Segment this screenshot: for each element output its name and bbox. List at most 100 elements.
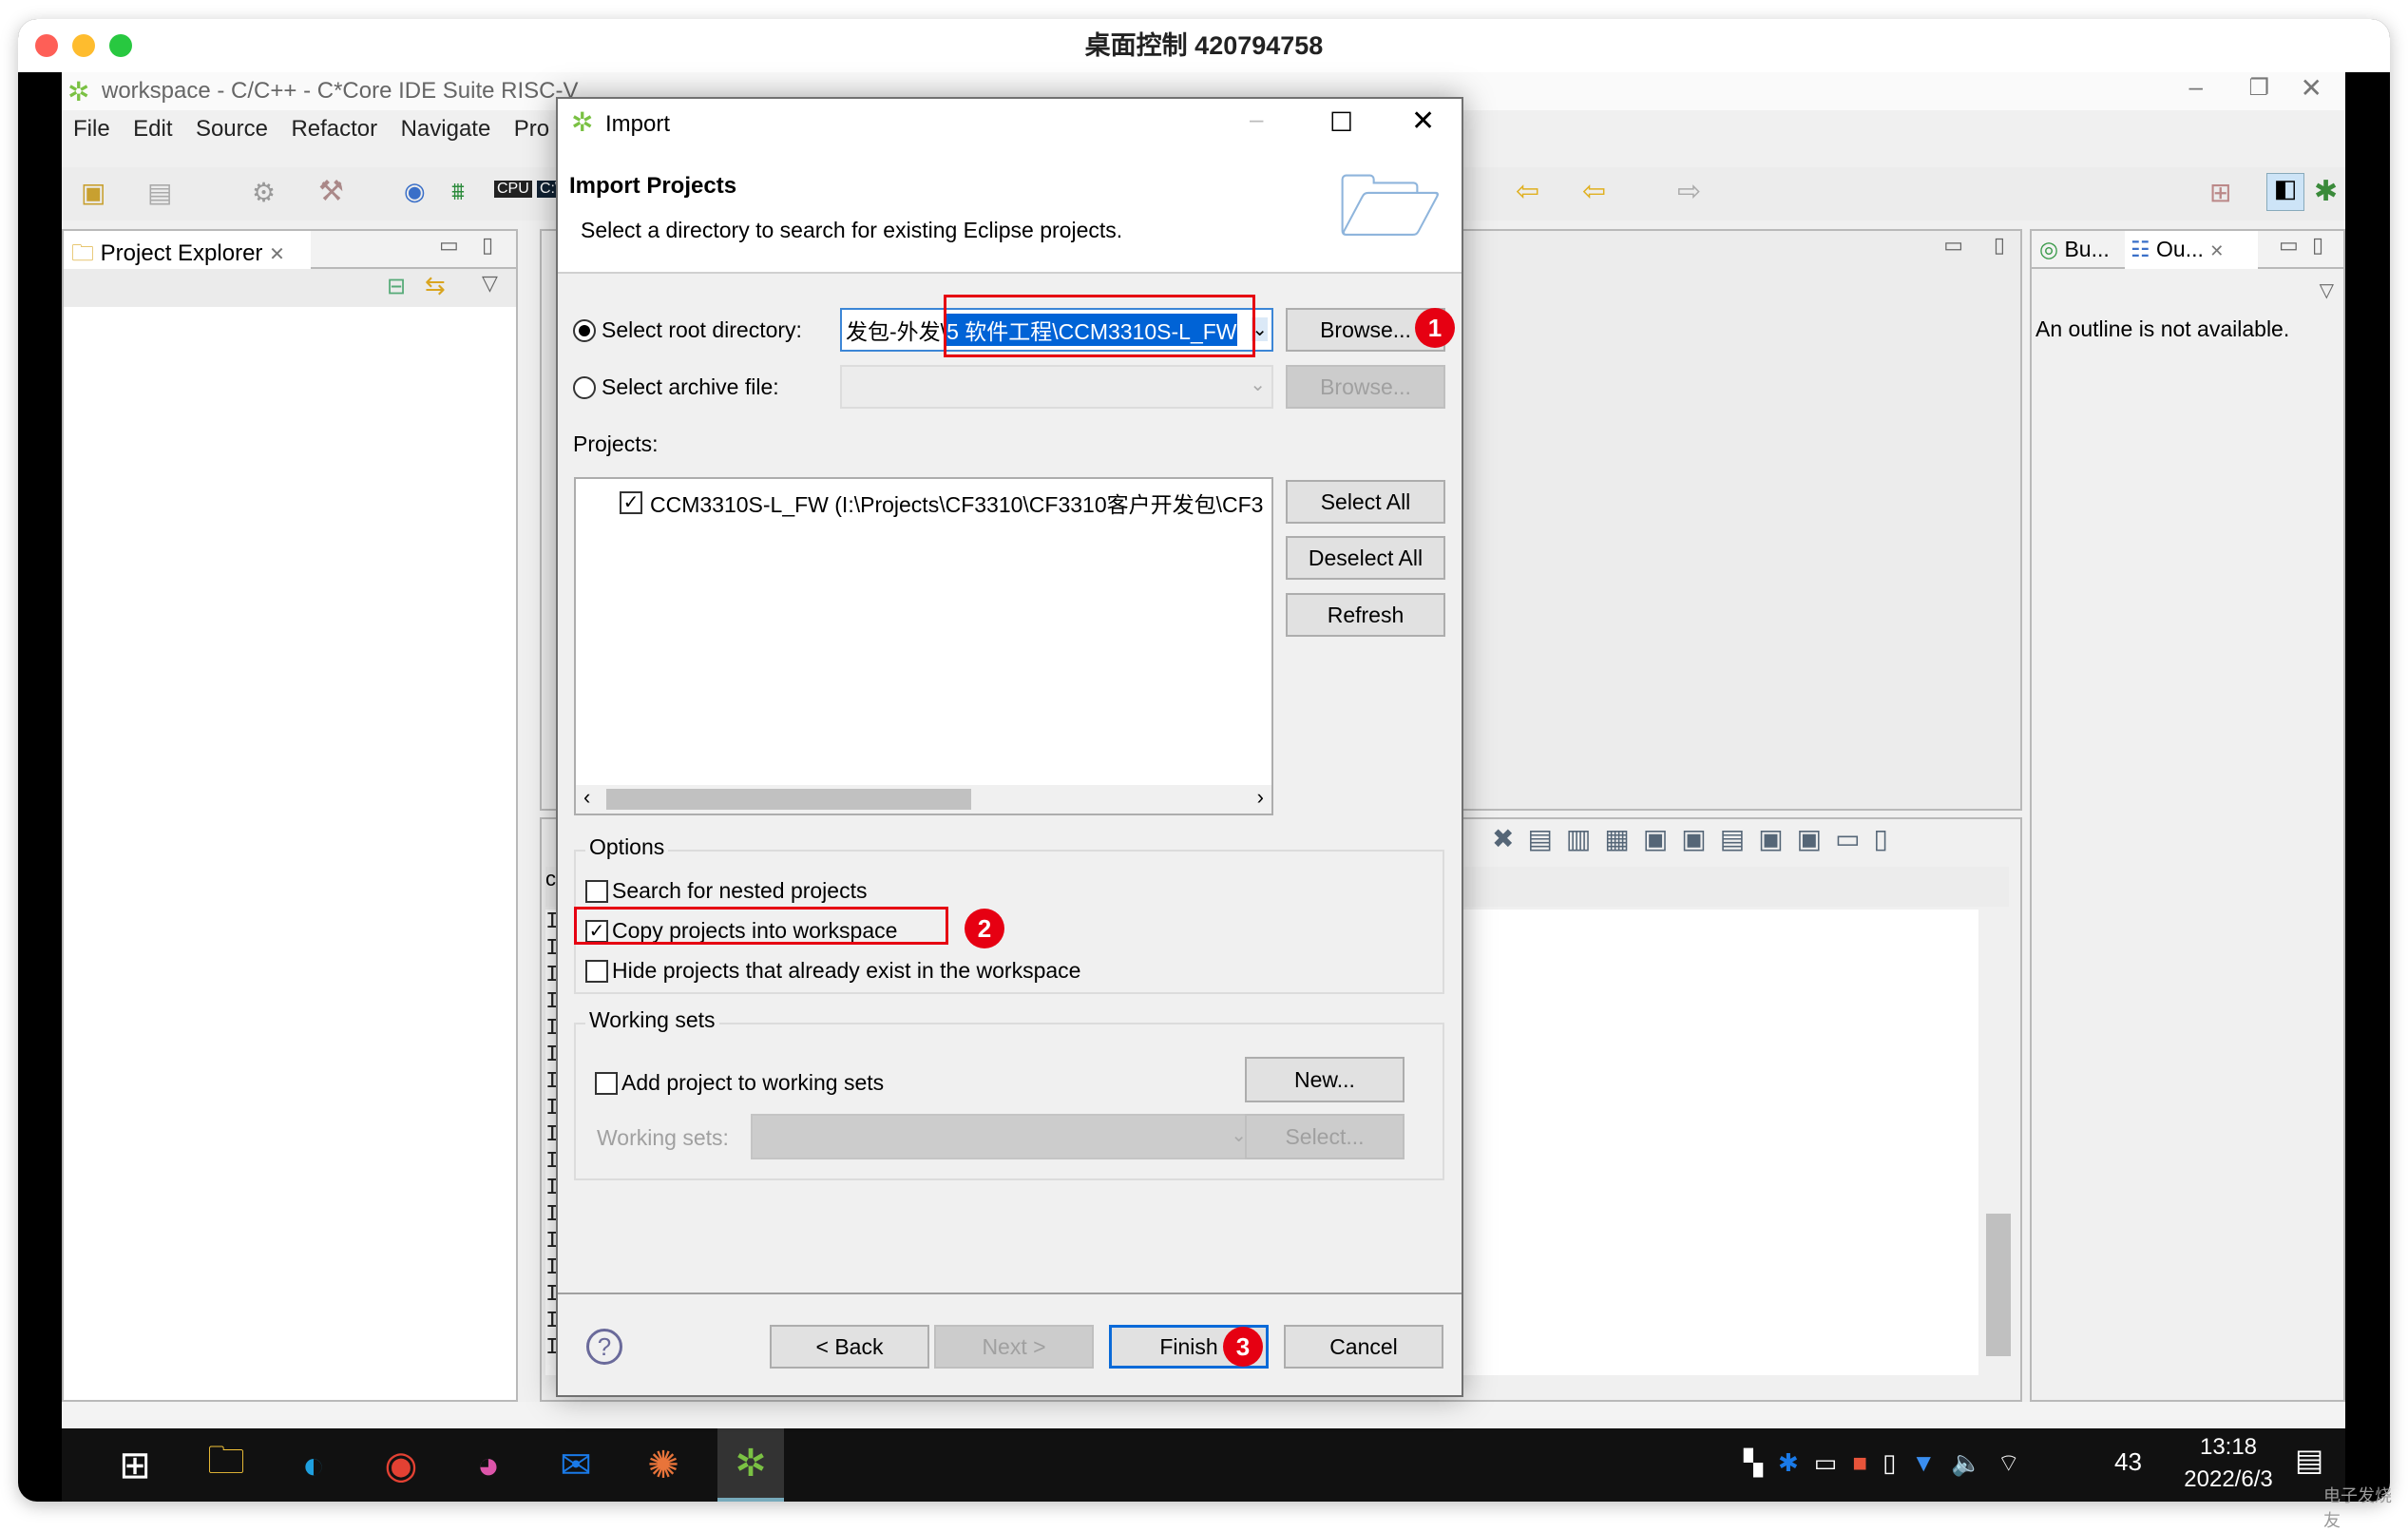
nested-checkbox[interactable] [585,879,608,903]
debug-icon[interactable]: ◉ [404,177,426,206]
debug-perspective-icon[interactable]: ✱ [2314,175,2338,208]
back-nav-icon[interactable]: ⇦ [1516,175,1539,208]
maximize-editor-icon[interactable]: ▯ [1994,233,2005,258]
messenger-icon[interactable]: ✉ [543,1432,609,1499]
select-all-button[interactable]: Select All [1286,480,1445,524]
cancel-button[interactable]: Cancel [1284,1325,1443,1369]
build-config-icon[interactable]: ⚙ [252,177,276,208]
annotation-box-2 [574,907,948,945]
annotation-badge-1: 1 [1415,308,1455,348]
footer-divider [558,1293,1462,1294]
view-menu-icon[interactable]: ▽ [482,271,498,296]
prev-edit-icon[interactable]: ⇦ [1582,175,1606,208]
project-row[interactable]: ✓ CCM3310S-L_FW (I:\Projects\CF3310\CF33… [620,487,1263,519]
hammer-icon[interactable]: ⚒ [318,175,344,208]
refresh-button[interactable]: Refresh [1286,593,1445,637]
clock-time[interactable]: 13:18 [2176,1434,2281,1461]
forward-nav-icon[interactable]: ⇨ [1677,175,1701,208]
app-icon[interactable]: ◕ [455,1432,522,1499]
project-explorer-panel: 🗀 Project Explorer ✕ ▭ ▯ ⊟ ⇆ ▽ [62,229,518,1402]
cpu-icon[interactable]: CPU [494,181,532,198]
archive-radio[interactable] [573,375,596,399]
scroll-left-icon[interactable]: ‹ [583,785,590,810]
file-explorer-icon[interactable]: 🗀 [193,1432,259,1499]
maximize-view-icon[interactable]: ▯ [482,233,493,258]
collapse-all-icon[interactable]: ⊟ [387,273,406,300]
menu-edit[interactable]: Edit [133,116,172,142]
scrollbar-thumb[interactable] [606,789,971,810]
notification-icon[interactable]: ▤ [2295,1442,2323,1478]
help-icon[interactable]: ? [586,1329,622,1365]
mac-zoom-button[interactable] [109,34,132,57]
minimize-icon[interactable]: – [2189,72,2203,102]
save-icon[interactable]: ▤ [147,177,172,208]
minimize-outline-icon[interactable]: ▭ [2279,233,2299,258]
root-dir-value-prefix: 发包-外发\ [846,319,947,344]
link-editor-icon[interactable]: ⇆ [425,271,446,300]
maximize-outline-icon[interactable]: ▯ [2312,233,2323,258]
back-button[interactable]: < Back [770,1325,929,1369]
menu-refactor[interactable]: Refactor [291,116,377,142]
clock-date[interactable]: 2022/6/3 [2157,1466,2300,1493]
ide-title: workspace - C/C++ - C*Core IDE Suite RIS… [102,78,579,104]
system-tray-icons[interactable]: ▚✱▭■▯▼🔈⌔ [1744,1447,2035,1479]
battery-level[interactable]: 43 [2114,1447,2142,1477]
root-dir-radio[interactable] [573,318,596,342]
console-scrollbar[interactable] [1986,910,2015,1375]
menu-navigate[interactable]: Navigate [401,116,491,142]
chrome-icon[interactable]: ◉ [368,1432,434,1499]
open-perspective-icon[interactable]: ⊞ [2209,177,2231,208]
status-bar [62,1402,2345,1428]
cpp-perspective-icon[interactable]: ◧ [2266,173,2304,211]
menu-project[interactable]: Pro [514,116,549,142]
mac-close-button[interactable] [35,34,58,57]
deselect-all-button[interactable]: Deselect All [1286,536,1445,580]
close-icon[interactable]: ✕ [2301,72,2322,104]
dialog-minimize-icon[interactable]: – [1250,105,1263,134]
archive-combo[interactable]: ⌄ [840,365,1273,409]
dialog-title: Import [605,111,671,137]
tab-outline[interactable]: ☷ Ou... ✕ [2125,231,2258,269]
tab-build-targets[interactable]: ◎ Bu... [2039,237,2110,262]
add-working-set-checkbox[interactable] [595,1071,618,1095]
dialog-maximize-icon[interactable]: ☐ [1329,106,1353,138]
restore-icon[interactable]: ❐ [2248,74,2269,102]
add-to-working-sets[interactable]: Add project to working sets [595,1070,884,1096]
minimize-view-icon[interactable]: ▭ [439,233,459,258]
menu-source[interactable]: Source [196,116,268,142]
import-dialog: ✲ Import – ☐ ✕ Import Projects Select a … [556,97,1463,1397]
outline-panel: ◎ Bu... ☷ Ou... ✕ ▭ ▯ ▽ An outline is no… [2030,229,2345,1402]
new-working-set-button[interactable]: New... [1245,1057,1405,1102]
close-tab-icon[interactable]: ✕ [269,244,285,265]
minimize-editor-icon[interactable]: ▭ [1943,233,1963,258]
dialog-close-icon[interactable]: ✕ [1411,105,1435,138]
console-toolbar-icons[interactable]: ✖▤▥▦▣▣▤▣▣▭▯ [1492,823,1902,854]
start-icon[interactable]: ⊞ [102,1432,168,1499]
option-hide[interactable]: Hide projects that already exist in the … [585,958,1080,984]
flash-icon[interactable]: ⩩ [451,177,465,207]
close-outline-icon[interactable]: ✕ [2209,241,2224,260]
archive-option[interactable]: Select archive file: [573,374,779,400]
outline-view-menu-icon[interactable]: ▽ [2320,278,2334,302]
new-icon[interactable]: ▣ [81,177,105,208]
cccore-ide-taskbar-icon[interactable]: ✲ [717,1428,784,1502]
hide-checkbox[interactable] [585,959,608,983]
outline-icon: ☷ [2131,237,2150,261]
tool-icon[interactable]: ✺ [630,1432,697,1499]
watermark-logo: 电子发烧友 [2323,1486,2392,1530]
root-dir-option[interactable]: Select root directory: [573,317,802,343]
project-label: CCM3310S-L_FW (I:\Projects\CF3310\CF3310… [650,492,1264,517]
edge-icon[interactable]: ◐ [280,1432,347,1499]
menu-file[interactable]: File [73,116,110,142]
options-title: Options [585,834,669,860]
select-working-set-button: Select... [1245,1114,1405,1159]
projects-horizontal-scrollbar[interactable]: ‹ › [576,785,1271,814]
option-nested[interactable]: Search for nested projects [585,878,867,904]
scroll-right-icon[interactable]: › [1257,785,1264,810]
root-dir-label: Select root directory: [602,317,802,342]
project-checkbox[interactable]: ✓ [620,491,642,514]
mac-minimize-button[interactable] [72,34,95,57]
tab-project-explorer[interactable]: 🗀 Project Explorer ✕ [64,231,311,269]
header-subtitle: Select a directory to search for existin… [581,218,1123,242]
archive-chevron-icon: ⌄ [1250,374,1266,395]
